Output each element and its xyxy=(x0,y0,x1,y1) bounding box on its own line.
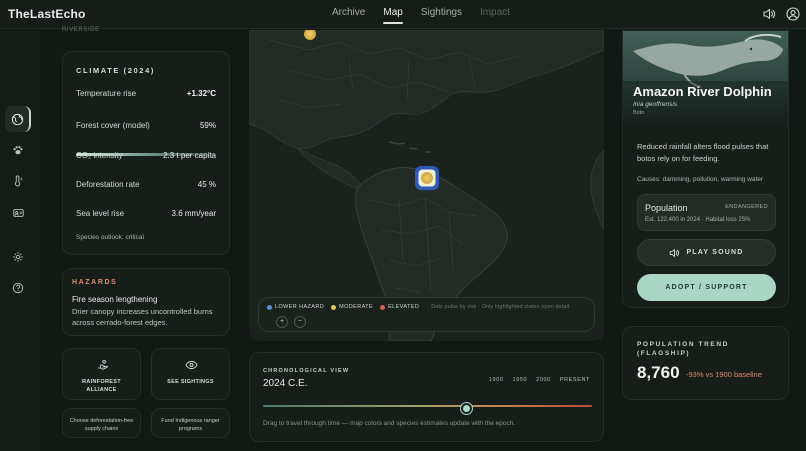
rail-thermometer-button[interactable] xyxy=(5,168,31,194)
region-kicker: RIVERSIDE xyxy=(62,27,100,33)
main-nav: Archive Map Sightings Impact xyxy=(332,7,528,24)
climate-value: 3.6 mm/year xyxy=(171,209,216,218)
climate-label: CO₂ intensity xyxy=(76,151,123,160)
legend-moderate: MODERATE xyxy=(331,304,373,310)
hazard-headline: Fire season lengthening xyxy=(72,295,158,304)
population-estimate: Est. 122,400 in 2024 · Habitat loss 25% xyxy=(645,217,751,223)
chrono-help: Drag to travel through time — map colors… xyxy=(263,420,516,427)
hazards-card: HAZARDS Fire season lengthening Drier ca… xyxy=(62,268,230,336)
legend-note: Dots pulse by risk · Only highlighted st… xyxy=(431,304,570,310)
legend-row: LOWER HAZARD MODERATE ELEVATED Dots puls… xyxy=(267,304,569,310)
climate-row: Temperature rise +1.32°C xyxy=(76,89,216,98)
climate-label: Deforestation rate xyxy=(76,180,140,189)
north-america-landmass xyxy=(249,30,604,149)
chronological-card: CHRONOLOGICAL VIEW 2024 C.E. 1900 1950 2… xyxy=(249,352,604,442)
eye-icon xyxy=(185,360,198,370)
climate-value: 45 % xyxy=(197,180,216,189)
globe-icon xyxy=(11,113,23,125)
see-sightings-tile[interactable]: SEE SIGHTINGS xyxy=(151,348,230,400)
ranger-programs-label: Fund Indigenous ranger programs xyxy=(161,418,220,432)
nav-sightings[interactable]: Sightings xyxy=(421,7,462,22)
climate-row: Deforestation rate 45 % xyxy=(76,180,216,189)
hazards-title: HAZARDS xyxy=(72,279,118,286)
time-slider-track[interactable] xyxy=(263,405,592,407)
rail-species-button[interactable] xyxy=(5,200,31,226)
status-badge: ENDANGERED xyxy=(725,204,768,210)
account-icon[interactable] xyxy=(786,7,800,21)
help-icon xyxy=(12,282,24,294)
top-bar: TheLastEcho Archive Map Sightings Impact xyxy=(0,0,806,29)
sound-icon[interactable] xyxy=(762,7,776,21)
tick-1950[interactable]: 1950 xyxy=(513,377,528,383)
species-icon xyxy=(12,209,24,217)
world-map xyxy=(249,30,604,341)
climate-value: 2.3 t per capita xyxy=(163,151,216,160)
species-name: Amazon River Dolphin xyxy=(633,84,772,99)
species-outlook: Species outlook: critical xyxy=(76,234,144,241)
play-sound-label: PLAY SOUND xyxy=(686,249,744,256)
population-title: Population xyxy=(645,203,688,213)
nav-archive[interactable]: Archive xyxy=(332,7,365,22)
species-latin: Inia geoffrensis xyxy=(633,101,678,108)
tick-1900[interactable]: 1900 xyxy=(489,377,504,383)
tick-present[interactable]: PRESENT xyxy=(560,377,590,383)
app-logo[interactable]: TheLastEcho xyxy=(8,7,86,21)
chrono-era: 2024 C.E. xyxy=(263,378,308,389)
climate-label: Forest cover (model) xyxy=(76,121,150,130)
map-legend: LOWER HAZARD MODERATE ELEVATED Dots puls… xyxy=(258,297,595,332)
population-trend-card: POPULATION TREND (FLAGSHIP) 8,760 -93% v… xyxy=(622,326,789,400)
population-box: Population ENDANGERED Est. 122,400 in 20… xyxy=(637,194,776,231)
africa-landmass xyxy=(590,149,604,231)
handshake-icon xyxy=(97,360,108,370)
climate-title: CLIMATE (2024) xyxy=(76,66,155,75)
nav-map[interactable]: Map xyxy=(383,7,404,24)
supply-chain-label: Choose deforestation-free supply chains xyxy=(69,418,134,432)
rainforest-alliance-tile[interactable]: RAINFOREST ALLIANCE xyxy=(62,348,141,400)
caribbean-islands xyxy=(388,141,430,153)
hazard-detail: Drier canopy increases uncontrolled burn… xyxy=(72,307,213,327)
speaker-icon xyxy=(670,248,680,257)
supply-chain-tile[interactable]: Choose deforestation-free supply chains xyxy=(62,408,141,438)
thermometer-icon xyxy=(14,175,23,187)
paw-icon xyxy=(13,146,23,155)
climate-row: Sea level rise 3.6 mm/year xyxy=(76,209,216,218)
central-america-landmass xyxy=(296,147,362,189)
trend-title: POPULATION TREND (FLAGSHIP) xyxy=(637,341,729,357)
species-photo xyxy=(623,31,788,127)
left-rail xyxy=(0,30,40,451)
species-causes: Causes: damming, pollution, warming wate… xyxy=(637,176,764,183)
climate-row: CO₂ intensity 2.3 t per capita xyxy=(76,151,216,160)
time-slider-handle[interactable] xyxy=(461,403,473,414)
play-sound-button[interactable]: PLAY SOUND xyxy=(637,239,776,266)
settings-icon xyxy=(13,252,23,262)
map-panel[interactable] xyxy=(249,30,604,341)
zoom-out-button[interactable]: − xyxy=(294,316,306,328)
rail-globe-button[interactable] xyxy=(5,106,31,132)
climate-label: Temperature rise xyxy=(76,89,137,98)
species-local-name: Boto xyxy=(633,110,645,116)
adopt-support-button[interactable]: ADOPT / SUPPORT xyxy=(637,274,776,301)
rail-help-button[interactable] xyxy=(5,275,31,301)
ranger-programs-tile[interactable]: Fund Indigenous ranger programs xyxy=(151,408,230,438)
rainforest-alliance-label: RAINFOREST ALLIANCE xyxy=(82,379,121,393)
climate-value: 59% xyxy=(199,121,216,130)
trend-delta: -93% vs 1900 baseline xyxy=(686,370,762,379)
climate-card: CLIMATE (2024) Temperature rise +1.32°C … xyxy=(62,51,230,255)
species-card: Amazon River Dolphin Inia geoffrensis Bo… xyxy=(622,30,789,308)
chrono-ticks: 1900 1950 2000 PRESENT xyxy=(489,377,590,383)
chrono-title: CHRONOLOGICAL VIEW xyxy=(263,368,350,374)
tick-2000[interactable]: 2000 xyxy=(536,377,551,383)
rail-paw-button[interactable] xyxy=(5,137,31,163)
rail-settings-button[interactable] xyxy=(5,244,31,270)
legend-lower-hazard: LOWER HAZARD xyxy=(267,304,324,310)
trend-value: 8,760 xyxy=(637,363,680,382)
climate-label: Sea level rise xyxy=(76,209,125,218)
zoom-in-button[interactable]: + xyxy=(276,316,288,328)
species-description: Reduced rainfall alters flood pulses tha… xyxy=(637,142,769,163)
see-sightings-label: SEE SIGHTINGS xyxy=(167,379,214,385)
nav-impact[interactable]: Impact xyxy=(480,7,510,22)
legend-elevated: ELEVATED xyxy=(380,304,419,310)
climate-row: Forest cover (model) 59% xyxy=(76,121,216,130)
climate-value: +1.32°C xyxy=(186,89,216,98)
